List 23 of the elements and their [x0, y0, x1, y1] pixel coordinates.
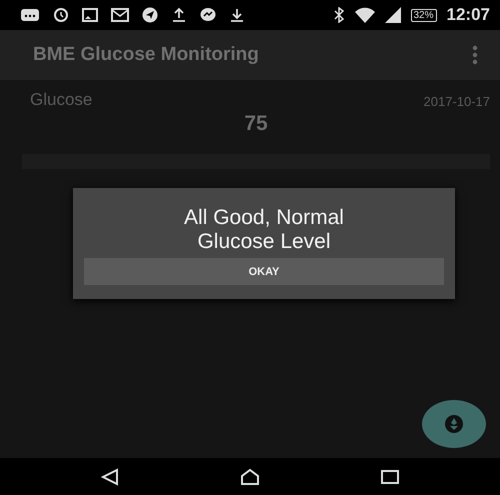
clock-time: 12:07 [446, 5, 490, 25]
reading-label: Glucose [30, 90, 92, 110]
home-icon[interactable] [240, 468, 260, 486]
overflow-menu-icon[interactable] [472, 45, 478, 65]
okay-button[interactable]: OKAY [84, 258, 444, 285]
upload-icon [171, 7, 187, 23]
signal-icon [384, 7, 400, 23]
reading-date: 2017-10-17 [424, 94, 490, 110]
navigation-icon [142, 7, 158, 23]
chat-icon [200, 7, 216, 23]
wifi-icon [354, 7, 374, 23]
alarm-icon [53, 7, 69, 23]
image-icon [82, 8, 98, 22]
bluetooth-icon [332, 7, 344, 23]
battery-level: 32% [410, 8, 437, 22]
app-title: BME Glucose Monitoring [33, 44, 259, 66]
keyboard-icon [20, 8, 40, 22]
mail-icon [111, 8, 129, 22]
back-icon[interactable] [100, 468, 119, 486]
download-icon [229, 7, 245, 23]
dialog-message: All Good, Normal Glucose Level [183, 206, 345, 254]
glucose-value: 75 [244, 112, 268, 136]
recents-icon[interactable] [381, 468, 400, 484]
